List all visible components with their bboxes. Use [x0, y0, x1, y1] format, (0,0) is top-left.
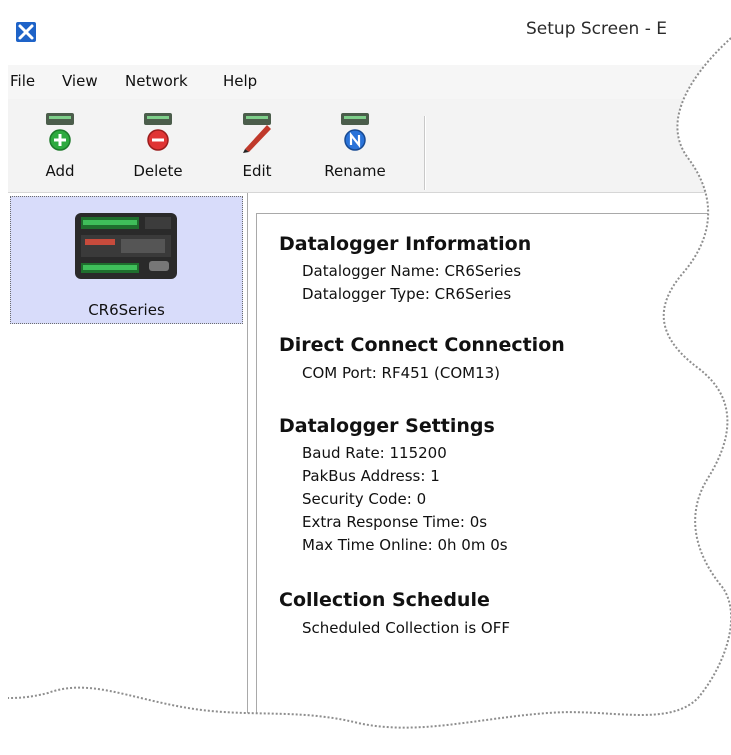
max-time-online-line: Max Time Online: 0h 0m 0s — [302, 536, 508, 554]
window-title: Setup Screen - E — [526, 19, 668, 39]
station-info-panel: Datalogger Information Datalogger Name: … — [256, 213, 731, 755]
menu-view[interactable]: View — [62, 72, 98, 90]
connection-title: Direct Connect Connection — [279, 334, 565, 356]
menu-help[interactable]: Help — [223, 72, 257, 90]
pakbus-address-line: PakBus Address: 1 — [302, 467, 440, 485]
toolbar: Add Delete Edit Rename — [8, 99, 731, 193]
rename-button[interactable]: Rename — [308, 107, 402, 185]
com-port-line: COM Port: RF451 (COM13) — [302, 364, 501, 382]
app-icon — [16, 22, 36, 42]
toolbar-separator — [424, 116, 425, 190]
station-list: CR6Series — [8, 193, 248, 753]
menu-bar: File View Network Help — [8, 65, 731, 100]
rename-icon — [335, 109, 375, 153]
delete-icon — [138, 109, 178, 153]
station-item-cr6series[interactable]: CR6Series — [10, 196, 243, 324]
station-label: CR6Series — [88, 301, 165, 319]
datalogger-info-title: Datalogger Information — [279, 233, 532, 255]
datalogger-name-line: Datalogger Name: CR6Series — [302, 262, 522, 280]
add-label: Add — [45, 162, 75, 180]
menu-file[interactable]: File — [10, 72, 35, 90]
add-icon — [40, 109, 80, 153]
screenshot: Setup Screen - E File View Network Help … — [0, 0, 731, 736]
add-button[interactable]: Add — [28, 107, 92, 185]
collection-title: Collection Schedule — [279, 589, 490, 611]
edit-icon — [237, 109, 277, 153]
security-code-line: Security Code: 0 — [302, 490, 427, 508]
settings-title: Datalogger Settings — [279, 415, 495, 437]
setup-window: Setup Screen - E File View Network Help … — [8, 8, 731, 736]
baud-rate-line: Baud Rate: 115200 — [302, 444, 447, 462]
edit-label: Edit — [242, 162, 272, 180]
collection-status-line: Scheduled Collection is OFF — [302, 619, 510, 637]
delete-label: Delete — [133, 162, 183, 180]
menu-network[interactable]: Network — [125, 72, 188, 90]
extra-response-line: Extra Response Time: 0s — [302, 513, 488, 531]
delete-button[interactable]: Delete — [116, 107, 200, 185]
title-bar: Setup Screen - E — [8, 8, 731, 54]
edit-button[interactable]: Edit — [230, 107, 284, 185]
datalogger-type-line: Datalogger Type: CR6Series — [302, 285, 512, 303]
datalogger-image — [71, 207, 181, 283]
rename-label: Rename — [324, 162, 386, 180]
